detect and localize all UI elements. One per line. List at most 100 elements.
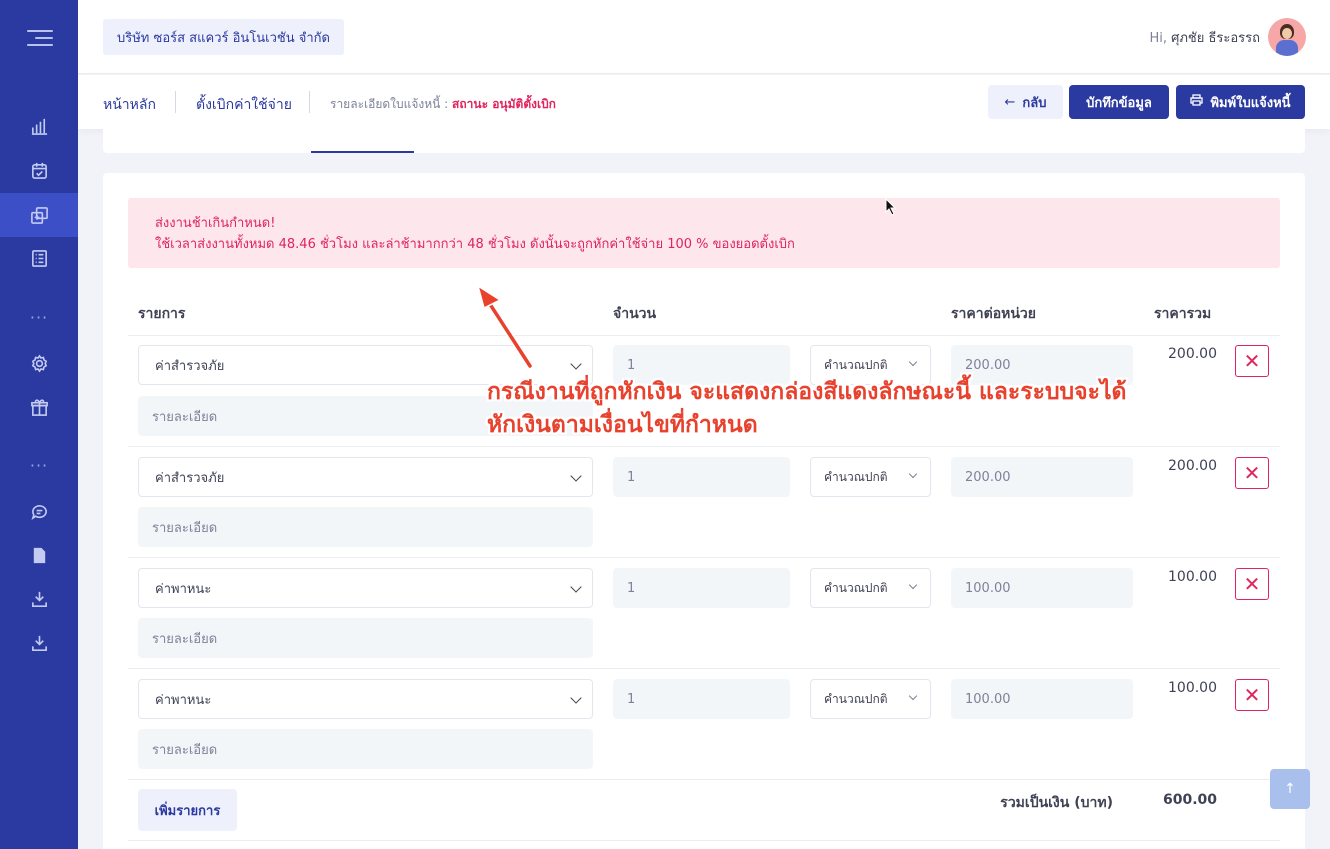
- download-icon: [31, 635, 47, 651]
- back-button[interactable]: ← กลับ: [988, 85, 1063, 119]
- copy-icon: [30, 206, 48, 224]
- calc-mode-value: คำนวณปกติ: [824, 691, 888, 706]
- breadcrumb-section[interactable]: ตั้งเบิกค่าใช้จ่าย: [196, 94, 292, 116]
- annotation-arrow: [476, 284, 534, 370]
- quantity-input[interactable]: 1: [613, 568, 790, 608]
- subheader: หน้าหลัก ตั้งเบิกค่าใช้จ่าย รายละเอียดใบ…: [78, 75, 1330, 129]
- column-header-item: รายการ: [138, 306, 186, 322]
- close-icon: ✕: [1243, 461, 1261, 485]
- breadcrumb-divider: [175, 91, 176, 113]
- sidebar-item-dashboard[interactable]: [0, 104, 78, 148]
- settings-icon: [31, 353, 47, 373]
- sidebar-item-billing[interactable]: [0, 193, 78, 237]
- column-header-qty: จำนวน: [613, 306, 657, 322]
- column-header-total: ราคารวม: [1154, 306, 1212, 322]
- download-icon: [31, 591, 47, 607]
- avatar[interactable]: [1268, 18, 1306, 56]
- calc-mode-value: คำนวณปกติ: [824, 469, 888, 484]
- sidebar-item-settings[interactable]: [0, 341, 78, 385]
- row-total: 200.00: [1168, 346, 1217, 362]
- quantity-input[interactable]: 1: [613, 457, 790, 497]
- chevron-down-icon: [908, 469, 918, 479]
- greeting-label: Hi,: [1149, 31, 1168, 46]
- breadcrumb-divider: [309, 91, 310, 113]
- row-divider: [128, 779, 1280, 780]
- gift-icon: [30, 398, 48, 416]
- annotation-line-2: หักเงินตามเงื่อนไขที่กำหนด: [487, 412, 758, 438]
- detail-input[interactable]: รายละเอียด: [138, 618, 593, 658]
- list-icon: [31, 249, 47, 267]
- save-button[interactable]: บักทึกข้อมูล: [1069, 85, 1169, 119]
- delete-row-button[interactable]: ✕: [1235, 679, 1269, 711]
- close-icon: ✕: [1243, 349, 1261, 373]
- item-select[interactable]: ค่าสำรวจภัย: [138, 457, 593, 497]
- row-total: 100.00: [1168, 569, 1217, 585]
- detail-input[interactable]: รายละเอียด: [138, 507, 593, 547]
- calc-mode-select[interactable]: คำนวณปกติ: [810, 457, 931, 497]
- user-greeting[interactable]: Hi, ศุภชัย ธีระอรรถ: [1150, 27, 1260, 48]
- print-invoice-button[interactable]: พิมพ์ใบแจ้งหนี้: [1176, 85, 1305, 119]
- sidebar-item-reports[interactable]: [0, 236, 78, 280]
- chevron-down-icon: [570, 358, 582, 370]
- mouse-cursor-icon: [885, 198, 897, 216]
- annotation-note: กรณีงานที่ถูกหักเงิน จะแสดงกล่องสีแดงลัก…: [487, 376, 1187, 442]
- chevron-down-icon: [908, 691, 918, 701]
- item-select-value: ค่าพาหนะ: [155, 581, 212, 597]
- calc-mode-select[interactable]: คำนวณปกติ: [810, 568, 931, 608]
- company-name[interactable]: บริษัท ซอร์ส สแควร์ อินโนเวชัน จำกัด: [103, 19, 344, 55]
- sidebar-item-download[interactable]: [0, 577, 78, 621]
- calendar-check-icon: [31, 162, 47, 179]
- detail-input[interactable]: รายละเอียด: [138, 729, 593, 769]
- delete-row-button[interactable]: ✕: [1235, 568, 1269, 600]
- save-label: บักทึกข้อมูล: [1086, 95, 1152, 111]
- sidebar-item-documents[interactable]: [0, 533, 78, 577]
- row-total: 200.00: [1168, 458, 1217, 474]
- row-divider: [128, 840, 1280, 841]
- delete-row-button[interactable]: ✕: [1235, 345, 1269, 377]
- scroll-to-top-button[interactable]: ↑: [1270, 769, 1310, 809]
- add-item-button[interactable]: เพิ่มรายการ: [138, 789, 237, 831]
- item-select[interactable]: ค่าพาหนะ: [138, 568, 593, 608]
- item-select-value: ค่าสำรวจภัย: [155, 470, 225, 486]
- sidebar-separator: ···: [29, 308, 49, 327]
- chevron-down-icon: [908, 357, 918, 367]
- chart-icon: [31, 118, 47, 135]
- arrow-left-icon: ←: [1004, 94, 1016, 110]
- calc-mode-value: คำนวณปกติ: [824, 580, 888, 595]
- chevron-down-icon: [570, 692, 582, 704]
- sidebar-item-export[interactable]: [0, 621, 78, 665]
- sidebar-item-rewards[interactable]: [0, 385, 78, 429]
- calc-mode-value: คำนวณปกติ: [824, 357, 888, 372]
- chevron-down-icon: [570, 581, 582, 593]
- sidebar-item-chat[interactable]: [0, 489, 78, 533]
- close-icon: ✕: [1243, 572, 1261, 596]
- row-divider: [128, 668, 1280, 669]
- item-select-value: ค่าพาหนะ: [155, 692, 212, 708]
- active-tab-indicator: [311, 151, 414, 153]
- item-select[interactable]: ค่าพาหนะ: [138, 679, 593, 719]
- breadcrumb-home[interactable]: หน้าหลัก: [103, 94, 156, 116]
- print-label: พิมพ์ใบแจ้งหนี้: [1210, 95, 1291, 111]
- sum-label: รวมเป็นเงิน (บาท): [1000, 795, 1113, 811]
- breadcrumb-detail: รายละเอียดใบแจ้งหนี้ : สถานะ อนุมัติตั้ง…: [330, 95, 556, 114]
- delete-row-button[interactable]: ✕: [1235, 457, 1269, 489]
- unit-price-input[interactable]: 200.00: [951, 457, 1133, 497]
- row-total: 100.00: [1168, 680, 1217, 696]
- row-divider: [128, 557, 1280, 558]
- row-divider: [128, 335, 1280, 336]
- sidebar-separator: ···: [29, 456, 49, 475]
- sidebar: ··· ···: [0, 0, 78, 849]
- quantity-input[interactable]: 1: [613, 679, 790, 719]
- user-name: ศุภชัย ธีระอรรถ: [1171, 31, 1260, 46]
- chevron-down-icon: [908, 580, 918, 590]
- sum-value: 600.00: [1162, 792, 1217, 808]
- sidebar-item-tasks[interactable]: [0, 148, 78, 192]
- menu-toggle-icon[interactable]: [27, 28, 53, 48]
- arrow-up-icon: ↑: [1284, 781, 1296, 797]
- detail-label: รายละเอียดใบแจ้งหนี้ :: [330, 97, 449, 111]
- unit-price-input[interactable]: 100.00: [951, 679, 1133, 719]
- unit-price-input[interactable]: 100.00: [951, 568, 1133, 608]
- status-badge: สถานะ อนุมัติตั้งเบิก: [452, 97, 556, 111]
- calc-mode-select[interactable]: คำนวณปกติ: [810, 679, 931, 719]
- chevron-down-icon: [570, 470, 582, 482]
